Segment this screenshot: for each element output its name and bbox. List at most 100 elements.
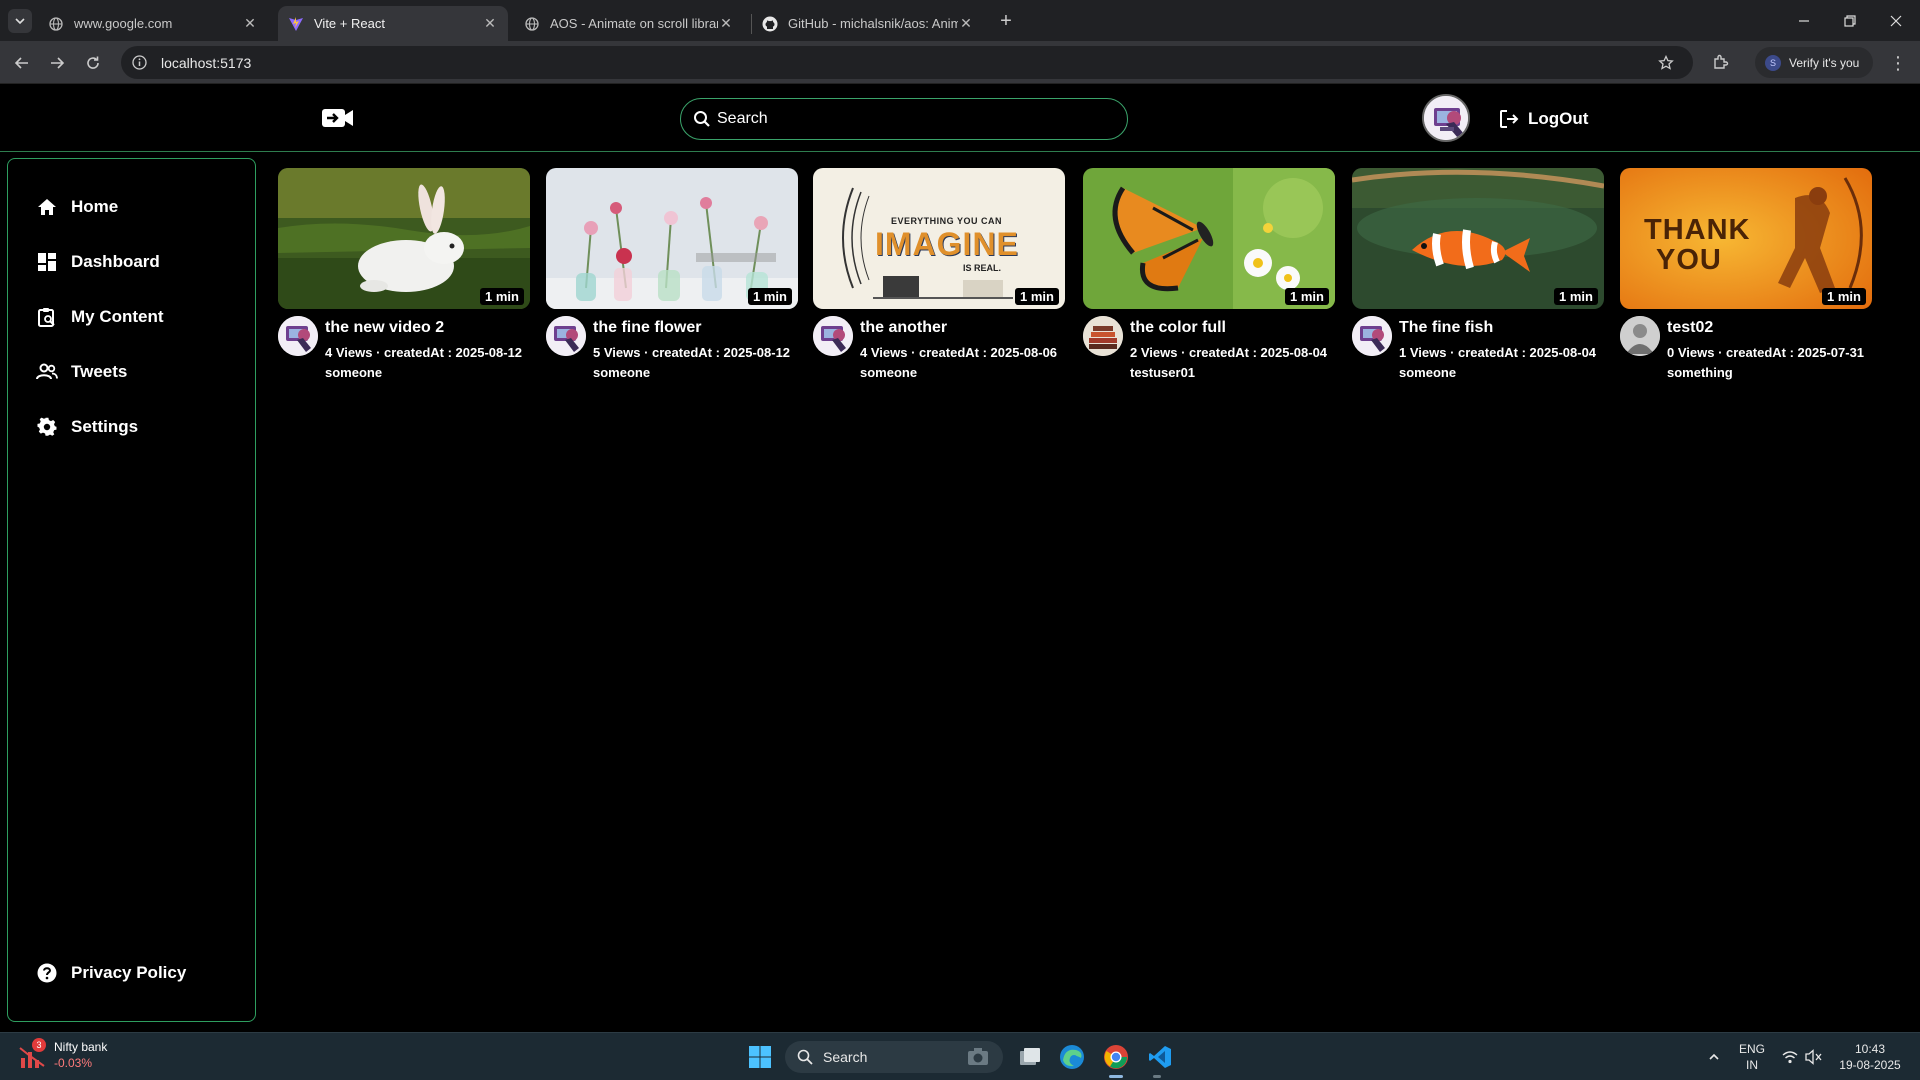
thumbnail-caption-line1: THANK: [1644, 214, 1751, 246]
taskbar-search[interactable]: Search: [785, 1041, 1003, 1073]
more-menu-icon[interactable]: ⋮: [1888, 51, 1908, 75]
channel-name[interactable]: something: [1667, 365, 1733, 380]
video-thumbnail[interactable]: 1 min: [1083, 168, 1335, 309]
tab-title: AOS - Animate on scroll library: [550, 16, 718, 31]
video-card[interactable]: EVERYTHING YOU CAN IMAGINE IS REAL. 1 mi…: [813, 168, 1065, 389]
video-card[interactable]: 1 min the fine flower 5 Views · createdA…: [546, 168, 798, 389]
search-icon: [797, 1049, 813, 1065]
task-view-icon[interactable]: [1014, 1041, 1046, 1073]
windows-start-icon[interactable]: [744, 1041, 776, 1073]
sidebar-item-home[interactable]: Home: [36, 193, 118, 221]
video-card[interactable]: 1 min The fine fish 1 Views · createdAt …: [1352, 168, 1604, 389]
stock-name: Nifty bank: [54, 1040, 108, 1054]
video-thumbnail[interactable]: THANK YOU 1 min: [1620, 168, 1872, 309]
sidebar-item-dashboard[interactable]: Dashboard: [36, 248, 160, 276]
dashboard-icon: [36, 251, 58, 273]
extensions-icon[interactable]: [1710, 51, 1732, 73]
close-window-icon[interactable]: [1873, 0, 1919, 41]
browser-tab[interactable]: AOS - Animate on scroll library ✕: [514, 6, 744, 41]
video-stats: 0 Views · createdAt : 2025-07-31: [1667, 345, 1865, 360]
channel-avatar[interactable]: [278, 316, 318, 356]
logout-label: LogOut: [1528, 109, 1589, 128]
browser-tab[interactable]: www.google.com ✕: [38, 6, 268, 41]
user-avatar[interactable]: [1422, 94, 1470, 142]
video-title[interactable]: the new video 2: [325, 319, 444, 337]
new-tab-button[interactable]: +: [994, 9, 1018, 33]
tab-search-button[interactable]: [8, 9, 32, 33]
language-indicator[interactable]: ENG IN: [1734, 1033, 1770, 1080]
sidebar-item-tweets[interactable]: Tweets: [36, 358, 127, 386]
sidebar-item-label: My Content: [71, 307, 164, 326]
sidebar-item-my-content[interactable]: My Content: [36, 303, 164, 331]
volume-muted-icon[interactable]: [1802, 1033, 1826, 1080]
close-tab-icon[interactable]: ✕: [718, 15, 734, 32]
video-thumbnail[interactable]: EVERYTHING YOU CAN IMAGINE IS REAL. 1 mi…: [813, 168, 1065, 309]
channel-avatar[interactable]: [1620, 316, 1660, 356]
video-duration-badge: 1 min: [1822, 288, 1866, 305]
channel-name[interactable]: someone: [325, 365, 382, 380]
tray-overflow-chevron-icon[interactable]: [1702, 1033, 1726, 1080]
logout-button[interactable]: LogOut: [1498, 106, 1588, 132]
channel-avatar[interactable]: [1083, 316, 1123, 356]
channel-avatar[interactable]: [1352, 316, 1392, 356]
video-thumbnail[interactable]: 1 min: [278, 168, 530, 309]
thumbnail-caption-top: EVERYTHING YOU CAN: [891, 216, 1003, 226]
video-stats: 5 Views · createdAt : 2025-08-12: [593, 345, 791, 360]
video-thumbnail[interactable]: 1 min: [546, 168, 798, 309]
thumbnail-caption-main: IMAGINE: [875, 226, 1019, 262]
close-tab-icon[interactable]: ✕: [242, 15, 258, 32]
address-bar[interactable]: localhost:5173: [121, 46, 1693, 79]
wifi-icon[interactable]: [1778, 1033, 1802, 1080]
video-meta: the fine flower 5 Views · createdAt : 20…: [546, 309, 798, 389]
channel-name[interactable]: someone: [860, 365, 917, 380]
video-thumbnail[interactable]: 1 min: [1352, 168, 1604, 309]
back-arrow-icon[interactable]: [10, 51, 34, 75]
reload-icon[interactable]: [81, 51, 105, 75]
channel-name[interactable]: someone: [593, 365, 650, 380]
video-stats: 4 Views · createdAt : 2025-08-12: [325, 345, 523, 360]
video-duration-badge: 1 min: [1015, 288, 1059, 305]
minimize-icon[interactable]: [1781, 0, 1827, 41]
video-title[interactable]: the another: [860, 319, 947, 337]
clock-date: 19-08-2025: [1839, 1058, 1901, 1072]
url-text: localhost:5173: [161, 54, 252, 71]
video-meta: The fine fish 1 Views · createdAt : 2025…: [1352, 309, 1604, 389]
video-card[interactable]: THANK YOU 1 min test02 0 Views · created…: [1620, 168, 1872, 389]
site-info-icon[interactable]: [131, 55, 147, 71]
video-card[interactable]: 1 min the new video 2 4 Views · createdA…: [278, 168, 530, 389]
thumbnail-caption-bottom: IS REAL.: [963, 263, 1002, 273]
stock-widget[interactable]: 3 Nifty bank -0.03%: [18, 1038, 108, 1071]
video-meta: test02 0 Views · createdAt : 2025-07-31 …: [1620, 309, 1872, 389]
camera-icon: [967, 1047, 989, 1070]
close-tab-icon[interactable]: ✕: [958, 15, 974, 32]
sidebar-item-settings[interactable]: Settings: [36, 413, 138, 441]
channel-name[interactable]: someone: [1399, 365, 1456, 380]
sidebar-item-privacy-policy[interactable]: Privacy Policy: [36, 959, 186, 987]
bookmark-star-icon[interactable]: [1657, 54, 1675, 72]
video-title[interactable]: the color full: [1130, 319, 1226, 337]
video-title[interactable]: The fine fish: [1399, 319, 1493, 337]
profile-button[interactable]: S Verify it's you: [1755, 47, 1874, 78]
vscode-icon[interactable]: [1144, 1041, 1176, 1073]
video-title[interactable]: the fine flower: [593, 319, 701, 337]
edge-browser-icon[interactable]: [1056, 1041, 1088, 1073]
channel-avatar[interactable]: [813, 316, 853, 356]
clock[interactable]: 10:43 19-08-2025: [1832, 1033, 1908, 1080]
browser-tab[interactable]: GitHub - michalsnik/aos: Anima ✕: [752, 6, 984, 41]
video-camera-logo-icon[interactable]: [321, 104, 355, 132]
sidebar-item-label: Settings: [71, 417, 139, 436]
channel-name[interactable]: testuser01: [1130, 365, 1195, 380]
restore-icon[interactable]: [1827, 0, 1873, 41]
globe-icon: [524, 16, 540, 32]
search-input[interactable]: Search: [680, 98, 1128, 140]
forward-arrow-icon[interactable]: [45, 51, 69, 75]
app-header: Search LogOut: [0, 84, 1920, 152]
channel-avatar[interactable]: [546, 316, 586, 356]
chrome-browser-icon[interactable]: [1100, 1041, 1132, 1073]
video-title[interactable]: test02: [1667, 319, 1713, 337]
video-card[interactable]: 1 min the color full 2 Views · createdAt…: [1083, 168, 1335, 389]
browser-tab-active[interactable]: Vite + React ✕: [278, 6, 508, 41]
sidebar-item-label: Home: [71, 197, 119, 216]
close-tab-icon[interactable]: ✕: [482, 15, 498, 32]
sidebar-item-label: Dashboard: [71, 252, 160, 271]
